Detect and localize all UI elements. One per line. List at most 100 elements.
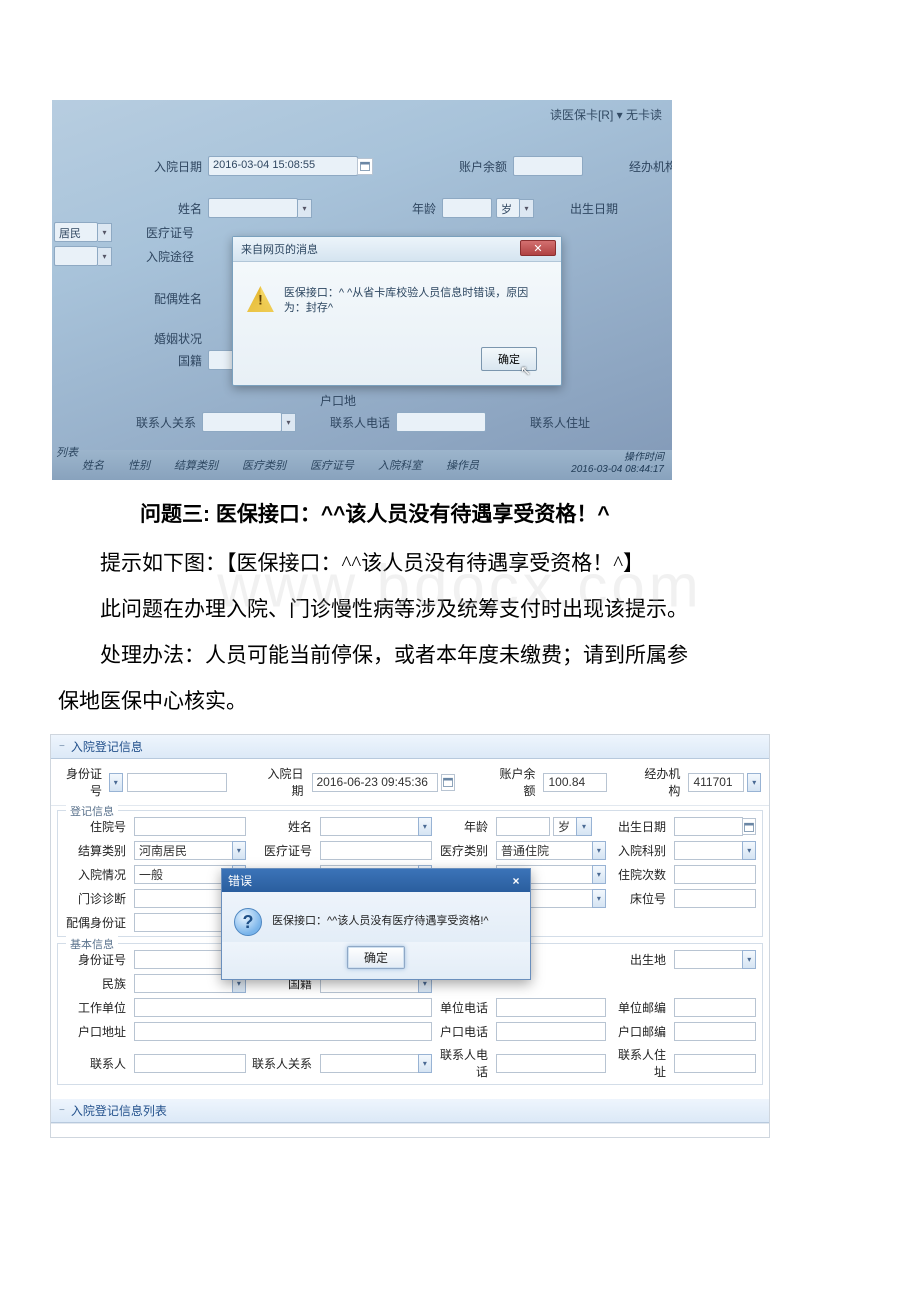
calendar-icon[interactable]	[742, 818, 756, 835]
marital-label: 婚姻状况	[138, 330, 208, 347]
dropdown-icon[interactable]: ▾	[418, 817, 432, 836]
birthplace-input[interactable]	[674, 950, 743, 969]
dropdown-icon[interactable]: ▾	[109, 773, 123, 792]
dropdown-icon[interactable]: ▾	[592, 841, 606, 860]
idtype-label: 身份证号	[59, 765, 106, 799]
settle-type-input[interactable]	[134, 841, 233, 860]
contact-addr-label: 联系人住址	[610, 1046, 670, 1080]
calendar-icon[interactable]	[357, 158, 373, 175]
contact-tel-input[interactable]	[396, 412, 486, 432]
admit-date-label: 入院日期	[261, 765, 308, 799]
dialog-title: 来自网页的消息 ✕	[233, 237, 561, 262]
basic-legend: 基本信息	[66, 936, 118, 952]
contact-input[interactable]	[134, 1054, 246, 1073]
contact-rel-label: 联系人关系	[250, 1055, 316, 1072]
name-input[interactable]	[320, 817, 419, 836]
workplace-input[interactable]	[134, 998, 432, 1017]
hukou-input[interactable]	[134, 1022, 432, 1041]
contact-tel-input[interactable]	[496, 1054, 606, 1073]
hukou-tel-label: 户口电话	[436, 1023, 492, 1040]
idtype-input[interactable]	[127, 773, 227, 792]
medtype-input[interactable]	[496, 841, 593, 860]
worktel-input[interactable]	[496, 998, 606, 1017]
collapse-icon[interactable]: −	[59, 741, 65, 752]
dropdown-icon[interactable]: ▾	[742, 841, 756, 860]
dropdown-icon[interactable]: ▾	[592, 889, 606, 908]
dropdown-icon[interactable]: ▾	[232, 841, 246, 860]
dropdown-icon[interactable]: ▾	[98, 223, 112, 242]
name-label: 姓名	[138, 200, 208, 217]
balance-input[interactable]	[543, 773, 607, 792]
contact-tel-label: 联系人电话	[316, 414, 396, 431]
col-settle: 结算类别	[174, 457, 218, 473]
dropdown-icon[interactable]: ▾	[576, 817, 592, 836]
out-diag-label: 门诊诊断	[64, 890, 130, 907]
birth-label: 出生日期	[610, 818, 670, 835]
dialog-titlebar: 错误 ×	[222, 869, 530, 892]
close-icon[interactable]: ✕	[520, 240, 556, 256]
age-input[interactable]	[442, 198, 492, 218]
dropdown-icon[interactable]: ▾	[747, 773, 761, 792]
birth-input[interactable]	[674, 817, 743, 836]
resident-select[interactable]: 居民	[54, 222, 98, 242]
dropdown-icon[interactable]: ▾	[282, 413, 296, 432]
dropdown-icon[interactable]: ▾	[742, 950, 756, 969]
contact-addr-input[interactable]	[674, 1054, 756, 1073]
section-list-title: 入院登记信息列表	[71, 1102, 167, 1119]
ok-button[interactable]: 确定	[347, 946, 405, 969]
workplace-label: 工作单位	[64, 999, 130, 1016]
dropdown-icon[interactable]: ▾	[98, 247, 112, 266]
age-unit-input[interactable]	[553, 817, 577, 836]
balance-input[interactable]	[513, 156, 583, 176]
contact-rel-input[interactable]	[320, 1054, 419, 1073]
blank-select[interactable]	[54, 246, 98, 266]
agency-label: 经办机构	[637, 765, 684, 799]
contact-rel-input[interactable]	[202, 412, 282, 432]
ethnic-label: 民族	[64, 975, 130, 992]
hukou-zip-input[interactable]	[674, 1022, 756, 1041]
settle-type-label: 结算类别	[64, 842, 130, 859]
calendar-icon[interactable]	[441, 774, 455, 791]
ie-message-dialog: 来自网页的消息 ✕ 医保接口：^ ^从省卡库校验人员信息时错误，原因为：封存^ …	[232, 236, 562, 386]
admit-date-input[interactable]	[312, 773, 438, 792]
reg-legend: 登记信息	[66, 803, 118, 819]
insno-input[interactable]	[320, 841, 432, 860]
contact-rel-label: 联系人关系	[112, 414, 202, 431]
doc-paragraph-2: 此问题在办理入院、门诊慢性病等涉及统筹支付时出现该提示。	[58, 588, 862, 630]
collapse-icon[interactable]: −	[59, 1105, 65, 1116]
doc-paragraph-3b: 保地医保中心核实。	[58, 680, 862, 722]
dialog-title-text: 错误	[228, 872, 252, 889]
times-input[interactable]	[674, 865, 756, 884]
workzip-input[interactable]	[674, 998, 756, 1017]
dialog-message: 医保接口：^ ^从省卡库校验人员信息时错误，原因为：封存^	[284, 286, 547, 317]
contact-tel-label: 联系人电话	[436, 1046, 492, 1080]
ethnic-input[interactable]	[134, 974, 233, 993]
bed-input[interactable]	[674, 889, 756, 908]
insno-label: 医疗证号	[130, 224, 200, 241]
idno-label: 身份证号	[64, 951, 130, 968]
list-label: 列表	[56, 444, 78, 460]
dropdown-icon[interactable]: ▾	[520, 199, 534, 218]
inpatient-no-input[interactable]	[134, 817, 246, 836]
admit-date-input[interactable]: 2016-03-04 15:08:55	[208, 156, 358, 176]
birthplace-label: 出生地	[610, 951, 670, 968]
balance-label: 账户余额	[493, 765, 540, 799]
dept-input[interactable]	[674, 841, 743, 860]
spouse-id-label: 配偶身份证	[64, 914, 130, 931]
photo-credit: 操作时间 2016-03-04 08:44:17	[571, 452, 664, 476]
dropdown-icon[interactable]: ▾	[298, 199, 312, 218]
agency-label: 经办机构	[613, 158, 672, 175]
dropdown-icon[interactable]: ▾	[418, 1054, 432, 1073]
col-medtype: 医疗类别	[242, 457, 286, 473]
name-input[interactable]	[208, 198, 298, 218]
dropdown-icon[interactable]: ▾	[592, 865, 606, 884]
warning-icon	[247, 286, 274, 312]
age-input[interactable]	[496, 817, 550, 836]
route-label: 入院途径	[130, 248, 200, 265]
agency-input[interactable]	[688, 773, 744, 792]
hukou-tel-input[interactable]	[496, 1022, 606, 1041]
age-unit: 岁	[496, 198, 520, 218]
condition-input[interactable]	[134, 865, 233, 884]
close-icon[interactable]: ×	[508, 874, 524, 888]
contact-label: 联系人	[64, 1055, 130, 1072]
